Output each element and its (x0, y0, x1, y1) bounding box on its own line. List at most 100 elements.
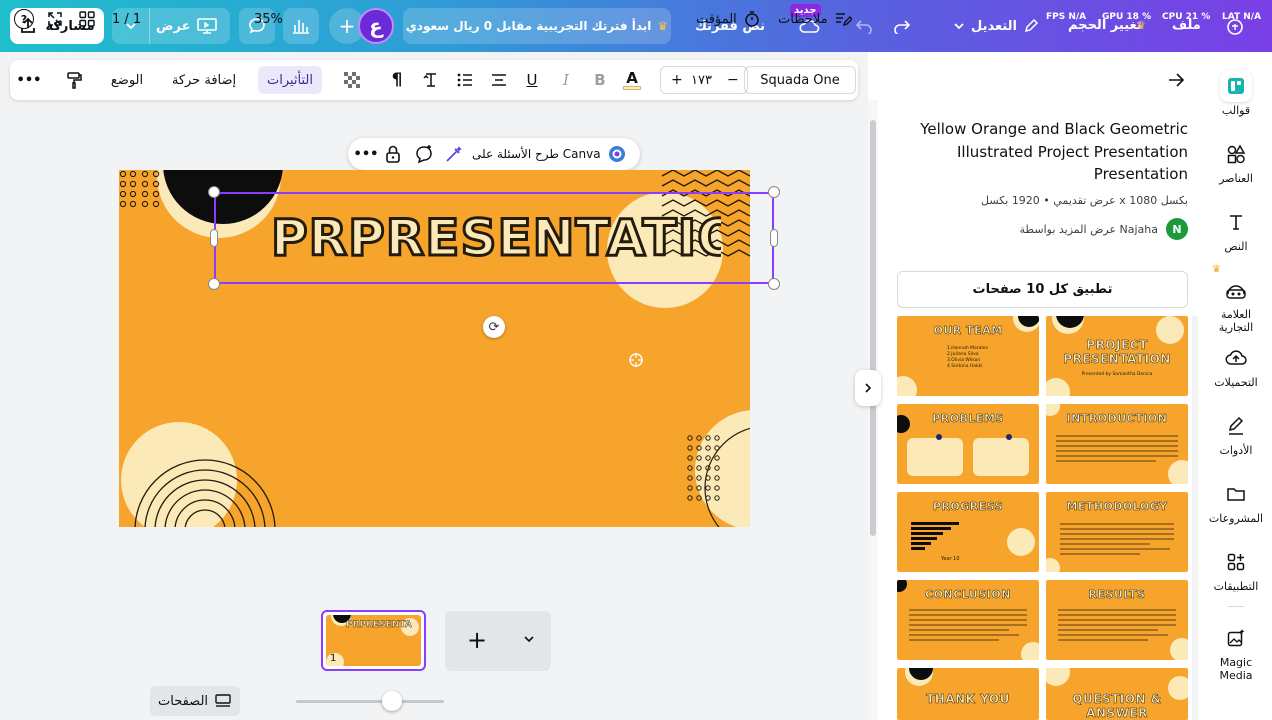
team-list: 1.Hannah Morales 2.Juliana Silva 3.Olivi… (947, 346, 988, 369)
back-button[interactable] (1166, 70, 1186, 94)
context-more-button[interactable]: ••• (354, 142, 379, 166)
collapse-panel-button[interactable] (855, 370, 881, 406)
rail-text[interactable]: النص (1204, 206, 1268, 253)
template-page-tile[interactable]: PROGRESS Year 10 (897, 492, 1039, 572)
help-icon: ? (14, 9, 34, 29)
canvas-scrollbar[interactable] (868, 100, 878, 720)
template-page-tile[interactable]: RESULTS (1046, 580, 1188, 660)
align-button[interactable] (486, 66, 512, 94)
rail-magic-media[interactable]: Magic Media (1204, 622, 1268, 682)
text-toolbar: ••• الوضع إضافة حركة التأثيرات ¶ U I B A (10, 60, 858, 100)
page-thumbnail-1[interactable]: PRPRESENTA 1 (321, 610, 426, 671)
plus-icon: + (467, 626, 488, 654)
zoom-slider-thumb[interactable] (382, 691, 402, 711)
rail-templates-label: قوالب (1221, 104, 1251, 117)
rail-elements[interactable]: العناصر (1204, 138, 1268, 185)
underline-button[interactable]: U (520, 66, 544, 94)
trial-button[interactable]: ابدأ فترتك التجريبية مقابل 0 ريال سعودي … (403, 8, 671, 44)
rail-magic-media-label: Magic Media (1219, 656, 1253, 682)
undo-button[interactable] (850, 14, 878, 38)
zoom-label[interactable]: 35% (254, 6, 283, 32)
transparency-button[interactable] (340, 66, 364, 94)
template-page-tile[interactable]: OUR TEAM 1.Hannah Morales 2.Juliana Silv… (897, 316, 1039, 396)
help-button[interactable]: ? (14, 6, 34, 32)
rail-apps[interactable]: التطبيقات (1204, 546, 1268, 593)
resize-handle-bottom-right[interactable] (768, 278, 780, 290)
resize-handle-bottom-left[interactable] (208, 278, 220, 290)
rail-projects[interactable]: المشروعات (1204, 478, 1268, 525)
template-page-tile[interactable]: PROBLEMS (897, 404, 1039, 484)
lock-button[interactable] (384, 144, 402, 168)
font-family-select[interactable]: Squada One (744, 66, 856, 94)
grid-view-button[interactable] (78, 6, 96, 32)
text-selection-box[interactable] (214, 192, 774, 284)
magic-edit-button[interactable] (444, 144, 464, 168)
template-page-tile[interactable]: INTRODUCTION (1046, 404, 1188, 484)
file-menu-button[interactable]: ملف (1172, 18, 1201, 33)
add-page-options-button[interactable] (523, 633, 535, 649)
add-comment-button[interactable] (414, 144, 434, 168)
template-page-tile[interactable]: THANK YOU (897, 668, 1039, 720)
present-button[interactable]: عرض (156, 8, 218, 44)
text-color-icon: A (626, 69, 638, 87)
rail-uploads[interactable]: التحميلات (1204, 342, 1268, 389)
user-avatar[interactable]: ع (358, 8, 394, 44)
tile-title: RESULTS (1088, 588, 1146, 601)
edit-mode-button[interactable]: التعديل (946, 12, 1046, 40)
template-page-tile[interactable]: CONCLUSION (897, 580, 1039, 660)
insights-button[interactable] (283, 8, 319, 44)
resize-handle-right[interactable] (770, 229, 778, 247)
redo-button[interactable] (888, 14, 916, 38)
timer-button[interactable]: المؤقت (696, 6, 761, 32)
present-screen-icon (197, 18, 218, 34)
rail-tools[interactable]: الأدوات (1204, 410, 1268, 457)
effects-button[interactable]: التأثيرات (258, 66, 322, 94)
fullscreen-button[interactable] (46, 6, 64, 32)
rail-tools-label: الأدوات (1219, 444, 1253, 457)
plus-icon: + (338, 14, 356, 38)
template-page-tile[interactable]: QUESTION & ANSWER (1046, 668, 1188, 720)
copy-style-button[interactable] (62, 66, 86, 94)
spacing-button[interactable] (418, 66, 444, 94)
page-counter: 1 / 1 (112, 11, 142, 27)
author-avatar: N (1166, 218, 1188, 240)
resize-handle-top-right[interactable] (768, 186, 780, 198)
template-page-tile[interactable]: PROJECT PRESENTATION Presented by Samant… (1046, 316, 1188, 396)
rail-templates[interactable]: قوالب (1204, 70, 1268, 117)
panel-scrollbar[interactable] (1192, 316, 1198, 720)
position-button[interactable]: الوضع (106, 66, 148, 94)
move-crosshair-icon (628, 352, 644, 372)
resize-button[interactable]: تغيير الحجم (1068, 18, 1142, 33)
italic-button[interactable]: I (554, 66, 578, 94)
present-label: عرض (156, 18, 191, 34)
template-page-tile[interactable]: METHODOLOGY (1046, 492, 1188, 572)
text-color-button[interactable]: A (620, 66, 644, 94)
toolbar-more-button[interactable]: ••• (17, 66, 42, 94)
pages-button[interactable]: الصفحات (150, 686, 241, 716)
ask-canva-button[interactable]: طرح الأسئلة على Canva (472, 138, 627, 170)
resize-handle-top-left[interactable] (208, 186, 220, 198)
text-direction-button[interactable]: ¶ (386, 66, 408, 94)
font-size-stepper[interactable]: − ١٧٣ + (660, 66, 748, 94)
magic-wand-icon (446, 146, 462, 162)
rail-elements-label: العناصر (1219, 172, 1253, 185)
font-size-value[interactable]: ١٧٣ (691, 73, 712, 88)
list-button[interactable] (452, 66, 478, 94)
size-plus-button[interactable]: + (671, 72, 683, 88)
zoom-slider-track[interactable] (296, 700, 444, 703)
animate-button[interactable]: إضافة حركة (170, 66, 238, 94)
size-minus-button[interactable]: − (727, 72, 739, 88)
rail-brand[interactable]: العلامة التجارية (1204, 274, 1268, 334)
notes-button[interactable]: ملاحظات (778, 6, 852, 32)
add-page-button[interactable]: + (467, 627, 487, 653)
template-author[interactable]: عرض المزيد بواسطة Najaha N (900, 218, 1188, 240)
expand-icon (48, 12, 62, 26)
templates-icon (1220, 70, 1252, 102)
redo-icon (894, 20, 911, 34)
resize-handle-left[interactable] (210, 229, 218, 247)
stopwatch-icon (745, 11, 759, 27)
rotate-handle[interactable]: ⟳ (483, 316, 505, 338)
apply-all-pages-button[interactable]: تطبيق كل 10 صفحات (897, 271, 1188, 308)
bold-button[interactable]: B (588, 66, 612, 94)
home-button[interactable] (1224, 16, 1246, 38)
